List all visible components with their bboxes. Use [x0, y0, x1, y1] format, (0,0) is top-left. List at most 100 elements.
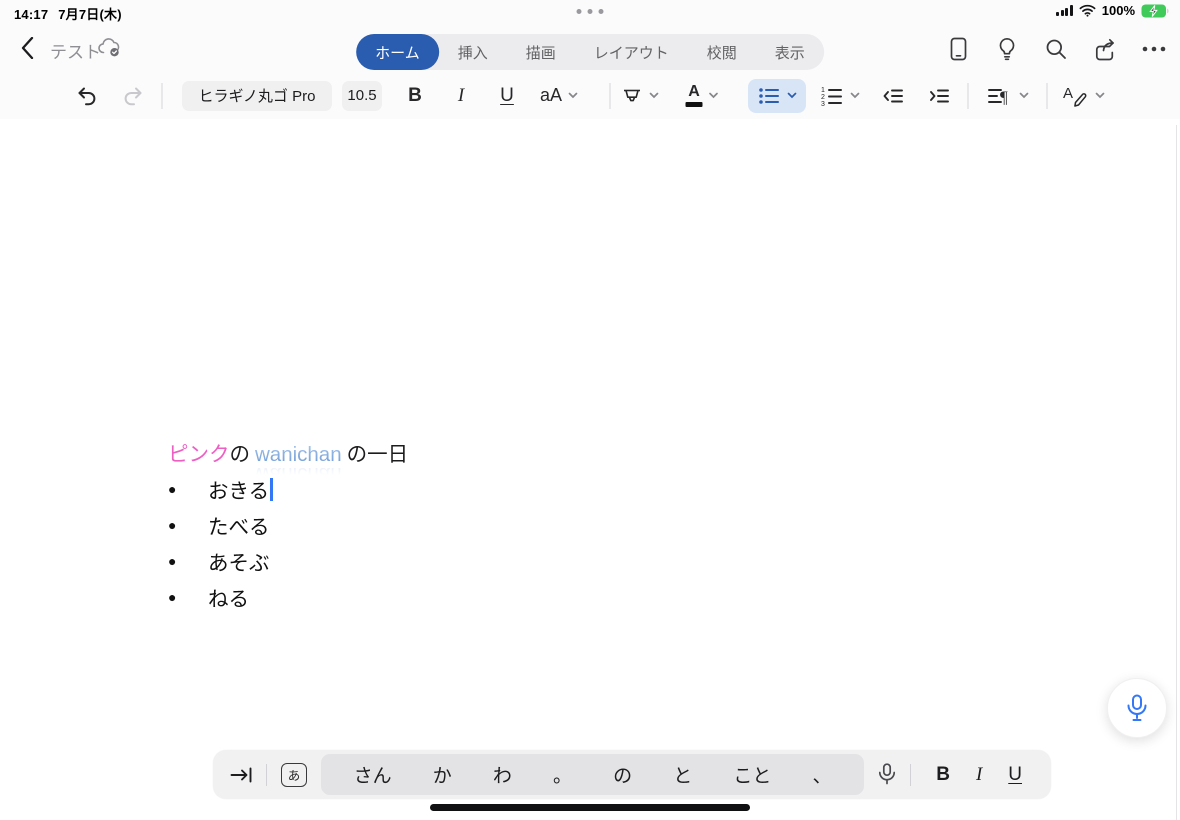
tab-draw[interactable]: 描画: [507, 34, 575, 70]
suggestion[interactable]: 、: [807, 761, 838, 788]
tab-view[interactable]: 表示: [756, 34, 824, 70]
bar-divider: [266, 763, 267, 786]
microphone-icon: [879, 762, 896, 784]
bullet-marker: ●: [168, 481, 177, 497]
dictation-mic-button[interactable]: [878, 762, 896, 787]
paragraph-format-icon: ¶: [988, 87, 1008, 106]
dictation-fab[interactable]: [1107, 678, 1167, 738]
ribbon-tabs: ホーム 挿入 描画 レイアウト 校閲 表示: [356, 34, 824, 70]
wifi-icon: [1079, 4, 1096, 17]
font-color-button[interactable]: A: [685, 72, 719, 119]
share-icon[interactable]: [1093, 37, 1117, 61]
tab-home[interactable]: ホーム: [356, 34, 439, 70]
multitask-dots-icon[interactable]: [576, 9, 604, 14]
connector-text: の: [229, 443, 251, 466]
toolbar-divider: [161, 72, 163, 119]
scrollbar-track[interactable]: [1175, 125, 1177, 820]
bold-button[interactable]: B: [408, 72, 422, 119]
svg-text:¶: ¶: [1000, 87, 1008, 106]
bullet-list-button[interactable]: [748, 72, 806, 119]
search-icon[interactable]: [1044, 37, 1068, 61]
redo-button[interactable]: [121, 72, 145, 119]
text-caret: [270, 477, 273, 501]
pink-text: ピンク: [168, 443, 230, 466]
text-size-case-button[interactable]: aA: [540, 72, 578, 119]
document-canvas[interactable]: ピンクの wanichan wanichan の一日 ● おきる ● たべる ● あそぶ ●…: [0, 119, 1180, 820]
list-item[interactable]: ● ねる: [168, 579, 273, 615]
chevron-down-icon: [1019, 92, 1029, 99]
underline-button[interactable]: U: [500, 72, 514, 119]
suggestion[interactable]: わ: [487, 761, 518, 788]
font-name-picker[interactable]: ヒラギノ丸ゴ Pro: [182, 72, 332, 119]
status-date: 7月7日(木): [58, 7, 122, 22]
top-chrome: 14:17 7月7日(木) 100% テスト ホーム 挿入 描画 レイアウト 校…: [0, 0, 1180, 120]
chevron-down-icon: [1095, 92, 1105, 99]
font-color-icon: A: [685, 84, 703, 107]
style-pen-button[interactable]: A: [1063, 72, 1105, 119]
list-item[interactable]: ● たべる: [168, 507, 273, 543]
home-indicator[interactable]: [430, 804, 750, 811]
undo-button[interactable]: [75, 72, 99, 119]
cloud-saved-icon[interactable]: [97, 37, 123, 59]
tab-review[interactable]: 校閲: [688, 34, 756, 70]
reflected-text-effect: wanichan wanichan: [255, 443, 342, 486]
suggestion[interactable]: 。: [547, 761, 578, 788]
lightbulb-icon[interactable]: [995, 37, 1019, 61]
underline-button[interactable]: U: [1008, 764, 1022, 786]
suggestion[interactable]: さん: [348, 761, 398, 788]
svg-text:2: 2: [821, 94, 825, 101]
status-bar: 14:17 7月7日(木) 100%: [0, 0, 1180, 24]
chevron-down-icon: [787, 92, 797, 99]
nav-bar: テスト ホーム 挿入 描画 レイアウト 校閲 表示: [0, 24, 1180, 72]
clock-date: 14:17 7月7日(木): [14, 4, 122, 23]
bullet-marker: ●: [168, 517, 177, 533]
bold-button[interactable]: B: [936, 764, 950, 786]
toolbar-divider: [967, 72, 969, 119]
title-suffix-text: の一日: [346, 443, 409, 466]
keyboard-accessory-bar: あ さん か わ 。 の と こと 、 B I U: [213, 750, 1051, 799]
back-button[interactable]: [14, 35, 40, 61]
link-text: wanichan: [255, 443, 342, 466]
tab-insert[interactable]: 挿入: [439, 34, 507, 70]
indent-button[interactable]: [927, 72, 951, 119]
suggestion[interactable]: こと: [727, 761, 777, 788]
document-title[interactable]: テスト: [50, 38, 101, 63]
suggestion[interactable]: か: [427, 761, 458, 788]
suggestion[interactable]: と: [667, 761, 698, 788]
chevron-down-icon: [850, 92, 860, 99]
more-ellipsis-icon[interactable]: [1142, 37, 1166, 61]
microphone-icon: [1127, 694, 1147, 721]
suggestion[interactable]: の: [607, 761, 638, 788]
cellular-signal-icon: [1056, 5, 1073, 16]
toolbar-divider: [609, 72, 611, 119]
highlighter-button[interactable]: [621, 72, 659, 119]
svg-text:1: 1: [821, 87, 825, 94]
italic-button[interactable]: I: [458, 72, 464, 119]
list-item[interactable]: ● おきる: [168, 471, 273, 507]
paragraph-format-button[interactable]: ¶: [987, 72, 1029, 119]
tab-layout[interactable]: レイアウト: [575, 34, 688, 70]
bullet-marker: ●: [168, 553, 177, 569]
toolbar-divider: [1046, 72, 1048, 119]
suggestion-strip: さん か わ 。 の と こと 、: [321, 754, 865, 795]
bar-divider: [910, 763, 912, 786]
tab-key-button[interactable]: [229, 764, 254, 786]
bullet-marker: ●: [168, 589, 177, 605]
status-time: 14:17: [14, 7, 49, 22]
font-size-picker[interactable]: 10.5: [342, 72, 382, 119]
chevron-down-icon: [568, 92, 578, 99]
numbered-list-button[interactable]: 1 2 3: [820, 72, 860, 119]
italic-button[interactable]: I: [976, 764, 982, 786]
document-title-line[interactable]: ピンクの wanichan wanichan の一日: [168, 437, 409, 486]
bullet-list-icon: [759, 87, 779, 104]
numbered-list-icon: 1 2 3: [821, 87, 842, 108]
status-indicators: 100%: [1056, 3, 1170, 18]
bulleted-list[interactable]: ● おきる ● たべる ● あそぶ ● ねる: [168, 471, 273, 615]
list-item[interactable]: ● あそぶ: [168, 543, 273, 579]
mobile-view-icon[interactable]: [946, 37, 970, 61]
outdent-button[interactable]: [881, 72, 905, 119]
battery-charging-icon: [1141, 4, 1170, 18]
chevron-down-icon: [709, 92, 719, 99]
svg-text:A: A: [1063, 85, 1073, 102]
kana-mode-button[interactable]: あ: [281, 762, 307, 787]
